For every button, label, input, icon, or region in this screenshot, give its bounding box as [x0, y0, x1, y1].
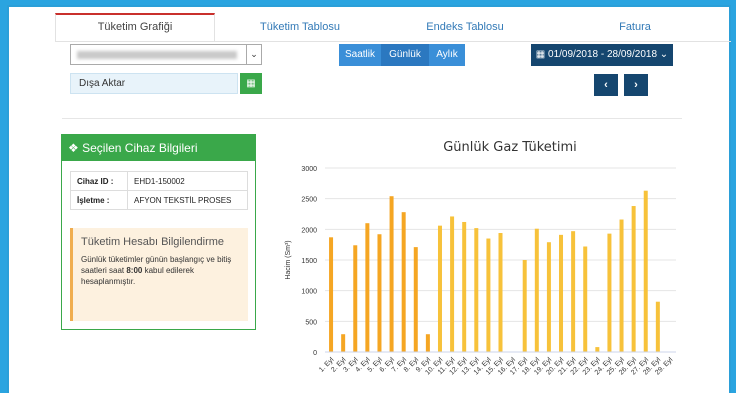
export-label: Dışa Aktar: [79, 78, 126, 89]
divider: [62, 118, 682, 119]
period-gunluk-button[interactable]: Günlük: [381, 44, 429, 66]
bar: [413, 247, 418, 352]
bar: [377, 234, 382, 352]
excel-icon[interactable]: ▦: [240, 73, 262, 94]
bar: [534, 228, 539, 352]
bar: [607, 233, 612, 352]
note-title: Tüketim Hesabı Bilgilendirme: [81, 236, 225, 248]
chevron-down-icon[interactable]: ⌄: [246, 45, 261, 64]
y-tick-label: 2500: [301, 197, 317, 204]
info-icon: ❖: [68, 141, 79, 155]
period-saatlik-button[interactable]: Saatlik: [339, 44, 381, 66]
table-row: Cihaz ID : EHD1-150002: [70, 171, 248, 191]
device-id-key: Cihaz ID :: [70, 171, 128, 191]
chevron-left-icon[interactable]: ‹: [594, 74, 618, 96]
bar: [655, 301, 660, 352]
bar: [546, 242, 551, 352]
bar: [365, 223, 370, 352]
bar: [559, 234, 564, 352]
bar: [425, 334, 430, 352]
bar: [643, 190, 648, 352]
bar: [595, 347, 600, 352]
bar: [401, 212, 406, 352]
tab-endeks-tablosu[interactable]: Endeks Tablosu: [385, 13, 545, 41]
bar: [571, 231, 576, 352]
period-aylik-button[interactable]: Aylık: [429, 44, 465, 66]
device-id-value: EHD1-150002: [127, 171, 248, 191]
bar: [631, 206, 636, 352]
y-tick-label: 1000: [301, 289, 317, 296]
chart-title: Günlük Gaz Tüketimi: [443, 140, 577, 155]
export-field: Dışa Aktar: [70, 73, 238, 94]
device-info-panel: ❖ Seçilen Cihaz Bilgileri Cihaz ID : EHD…: [61, 134, 256, 330]
y-tick-label: 3000: [301, 166, 317, 173]
y-tick-label: 2000: [301, 227, 317, 234]
chevron-down-icon: ⌄: [659, 49, 669, 60]
device-select-value-redacted: [77, 51, 237, 59]
bar: [486, 238, 491, 352]
bar: [353, 245, 358, 352]
y-tick-label: 1500: [301, 258, 317, 265]
calendar-icon: ▦: [535, 49, 546, 60]
bar: [498, 233, 503, 352]
bar: [341, 334, 346, 352]
chevron-right-icon[interactable]: ›: [624, 74, 648, 96]
bar: [522, 260, 527, 352]
business-value: AFYON TEKSTİL PROSES: [127, 190, 248, 210]
bar: [583, 246, 588, 352]
device-panel-header: ❖ Seçilen Cihaz Bilgileri: [62, 135, 255, 161]
bar: [474, 228, 479, 352]
bar: [389, 196, 394, 352]
device-select[interactable]: ⌄: [70, 44, 262, 65]
note-text-bold: 8:00: [126, 266, 143, 275]
y-tick-label: 500: [305, 319, 317, 326]
business-key: İşletme :: [70, 190, 128, 210]
tab-tuketim-grafigi[interactable]: Tüketim Grafiği: [55, 13, 215, 41]
date-range-label: 01/09/2018 - 28/09/2018: [548, 49, 658, 60]
consumption-note: Tüketim Hesabı Bilgilendirme Günlük tüke…: [70, 228, 248, 321]
device-panel-title: Seçilen Cihaz Bilgileri: [82, 141, 198, 155]
y-axis-label: Hacim (Sm³): [285, 240, 292, 279]
tab-tuketim-tablosu[interactable]: Tüketim Tablosu: [225, 13, 375, 41]
bar: [329, 237, 334, 352]
table-row: İşletme : AFYON TEKSTİL PROSES: [70, 190, 248, 210]
y-tick-label: 0: [313, 350, 317, 357]
bar: [450, 216, 455, 352]
bar: [437, 225, 442, 352]
note-body: Günlük tüketimler günün başlangıç ve bit…: [81, 254, 240, 287]
device-info-table: Cihaz ID : EHD1-150002 İşletme : AFYON T…: [70, 171, 248, 210]
date-range-button[interactable]: ▦ 01/09/2018 - 28/09/2018 ⌄: [531, 44, 673, 66]
tab-fatura[interactable]: Fatura: [555, 13, 715, 41]
bar: [619, 219, 624, 352]
tab-bar: Tüketim Grafiği Tüketim Tablosu Endeks T…: [55, 13, 731, 42]
bar: [462, 221, 467, 352]
gas-consumption-chart: 050010001500200025003000Hacim (Sm³)1. Ey…: [285, 166, 676, 377]
